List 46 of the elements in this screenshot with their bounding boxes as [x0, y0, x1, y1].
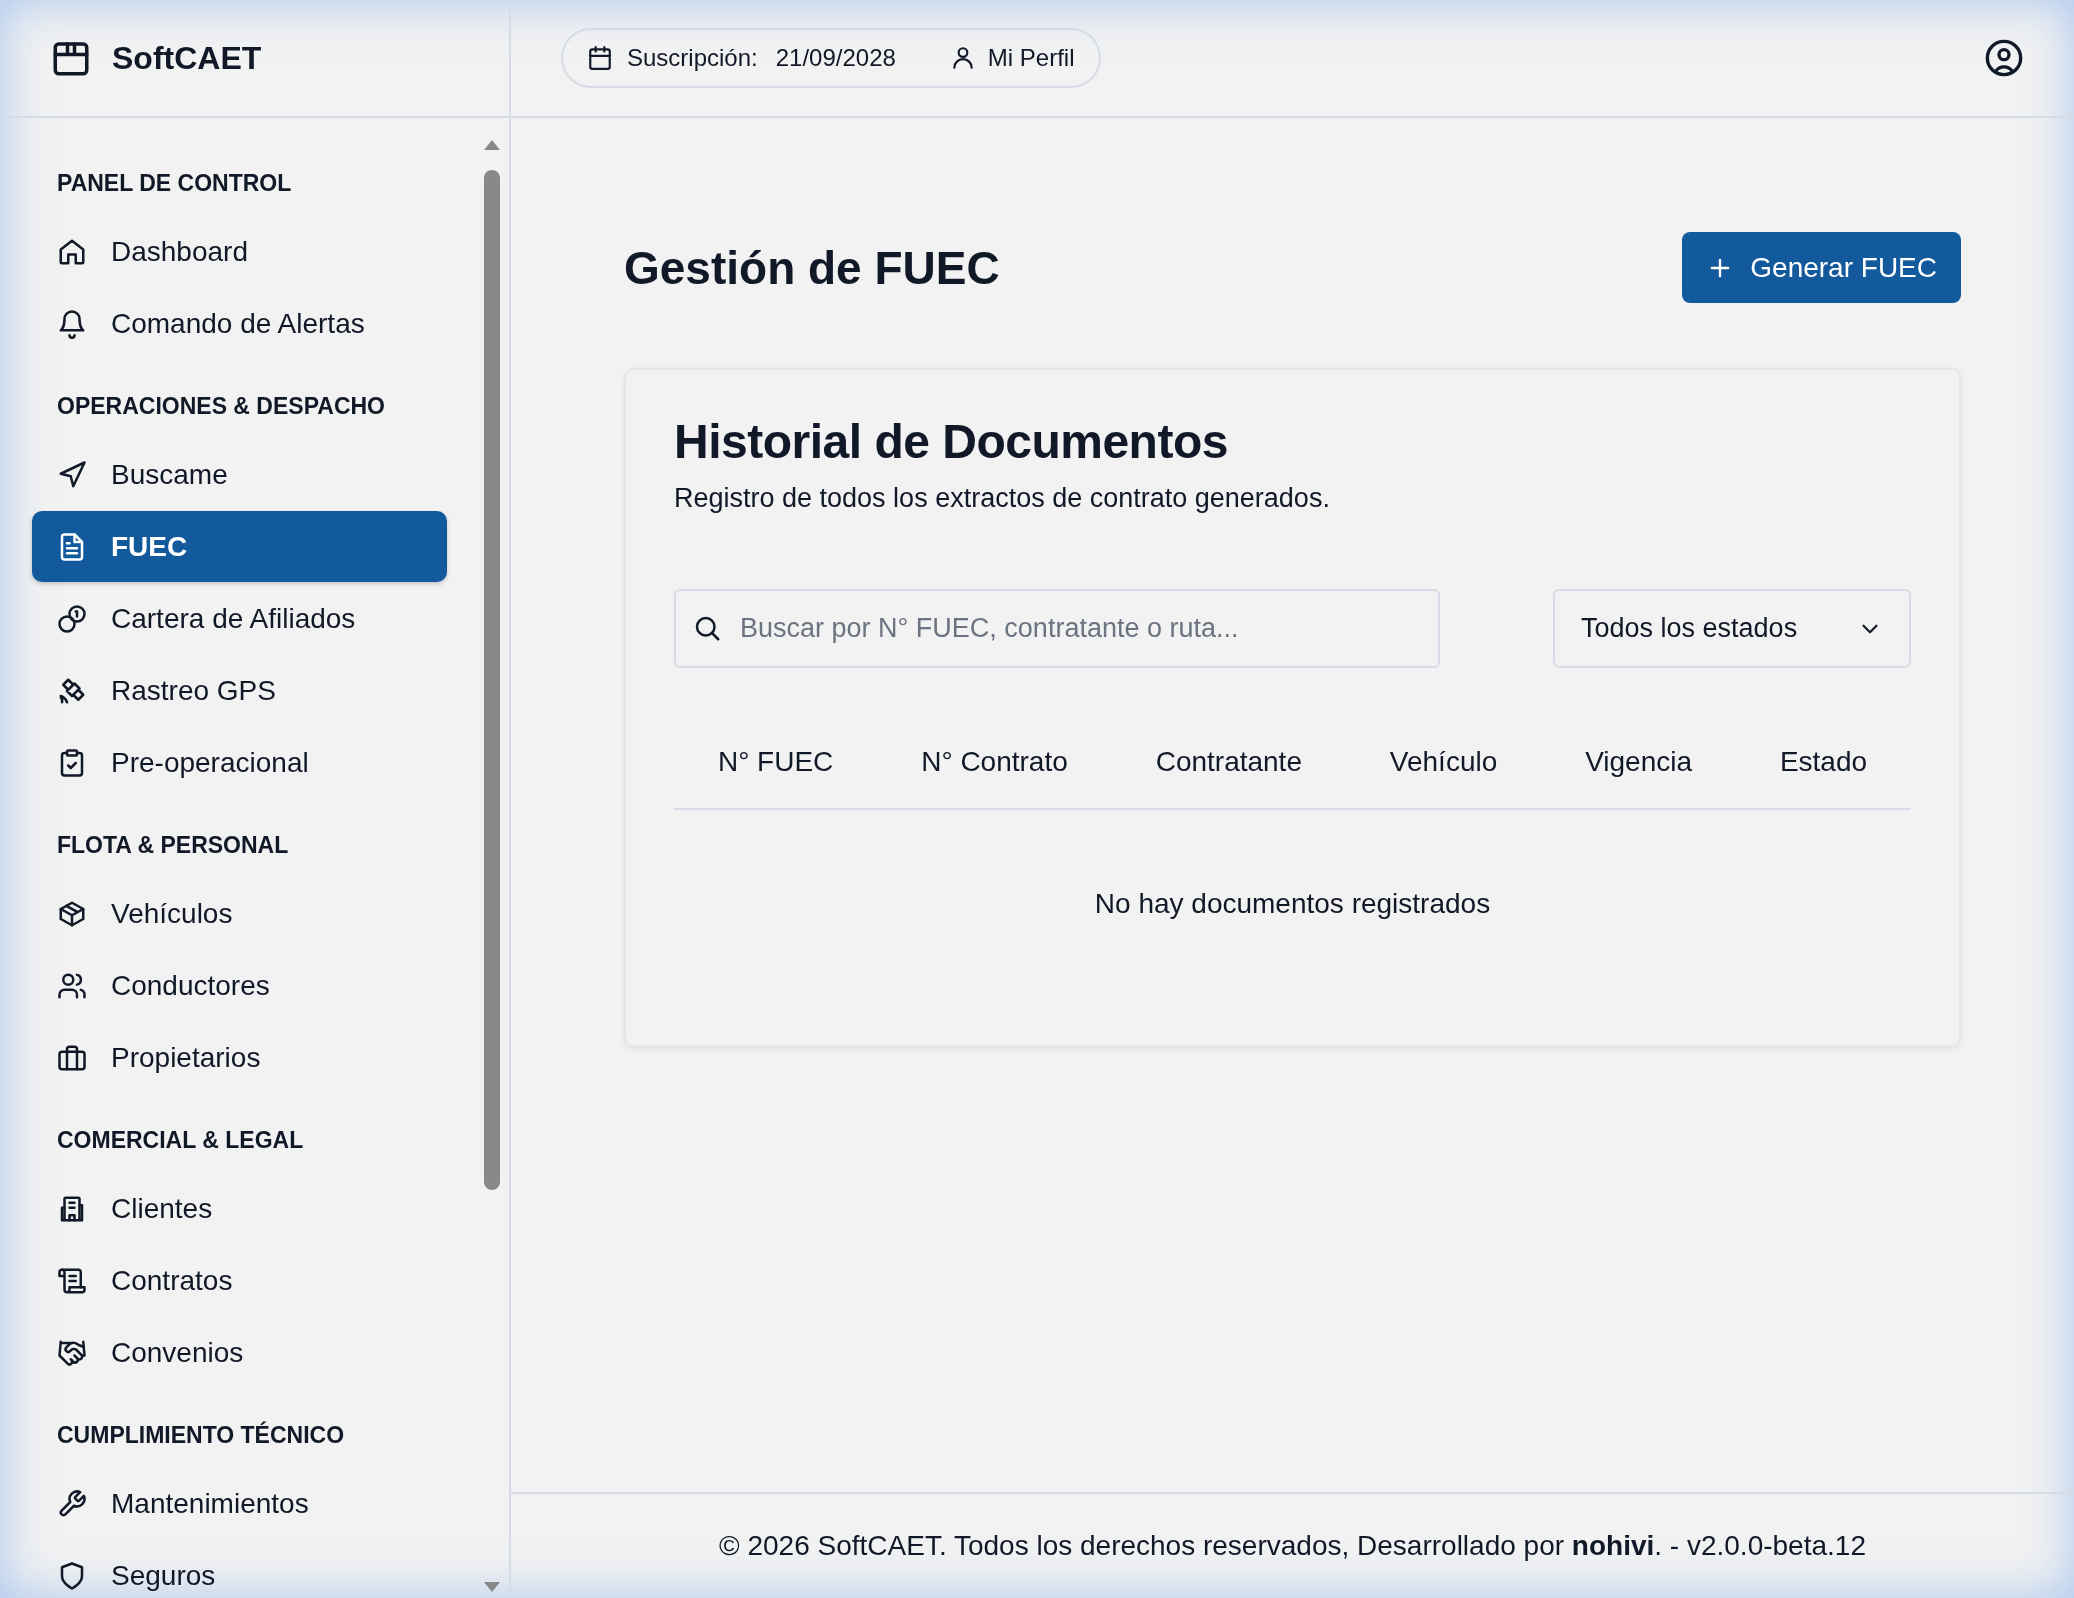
column-header: N° FUEC: [717, 746, 834, 778]
column-header: Contratante: [1155, 746, 1302, 778]
nav-item[interactable]: Rastreo GPS: [32, 655, 447, 726]
card-subtitle: Registro de todos los extractos de contrato generados.: [674, 483, 1331, 514]
empty-message: No hay documentos registrados: [1093, 888, 1492, 920]
section-label: CUMPLIMIENTO TÉCNICO: [56, 1420, 346, 1450]
nav-item[interactable]: Cartera de Afiliados: [32, 583, 447, 654]
bell-icon: [57, 308, 87, 339]
generate-button[interactable]: Generar FUEC: [1682, 232, 1961, 303]
account-icon: [1984, 38, 2024, 78]
nav-item[interactable]: Pre-operacional: [32, 727, 447, 798]
subscription-date: 21/09/2028: [775, 44, 896, 72]
column-header: N° Contrato: [921, 746, 1068, 778]
column-header: Estado: [1779, 746, 1868, 778]
satellite-icon: [57, 675, 87, 706]
brand-name: SoftCAET: [112, 39, 262, 77]
card-title: Historial de Documentos: [674, 414, 1229, 469]
calendar-icon: [587, 45, 613, 71]
nav-item[interactable]: Conductores: [32, 950, 447, 1021]
nav-item[interactable]: Seguros: [32, 1540, 447, 1598]
nav-item[interactable]: FUEC: [32, 511, 447, 582]
profile-link[interactable]: Mi Perfil: [949, 44, 1075, 72]
account-icon-button[interactable]: [1984, 38, 2024, 78]
page-title: Gestión de FUEC: [624, 240, 1000, 295]
footer-text: © 2026 SoftCAET. Todos los derechos reservados, Desarrollado por nohivi. - v2.0.0-beta.12: [719, 1530, 1866, 1562]
nav-item[interactable]: Comando de Alertas: [32, 288, 447, 359]
nav-item[interactable]: Propietarios: [32, 1022, 447, 1093]
column-header: Vehículo: [1389, 746, 1498, 778]
nav-item[interactable]: Mantenimientos: [32, 1468, 447, 1539]
section-label: COMERCIAL & LEGAL: [56, 1126, 305, 1155]
coins-icon: [57, 603, 87, 634]
nav-item[interactable]: Buscame: [32, 439, 447, 510]
nav-item[interactable]: Convenios: [32, 1317, 447, 1388]
wrench-icon: [57, 1488, 87, 1519]
subscription-label: Suscripción:: [627, 44, 758, 72]
section-label: OPERACIONES & DESPACHO: [56, 392, 386, 421]
section-label: FLOTA & PERSONAL: [56, 831, 290, 860]
section-label: PANEL DE CONTROL: [56, 169, 293, 198]
column-header: Vigencia: [1585, 746, 1693, 778]
nav-item[interactable]: Vehículos: [32, 878, 447, 949]
status-dropdown[interactable]: Todos los estados: [1553, 589, 1911, 668]
nav-item[interactable]: Contratos: [32, 1245, 447, 1316]
navigation-arrow-icon: [57, 459, 87, 490]
nav-item[interactable]: Dashboard: [32, 216, 447, 287]
search-field[interactable]: Buscar por N° FUEC, contratante o ruta...: [674, 589, 1440, 668]
nav-item[interactable]: Clientes: [32, 1173, 447, 1244]
